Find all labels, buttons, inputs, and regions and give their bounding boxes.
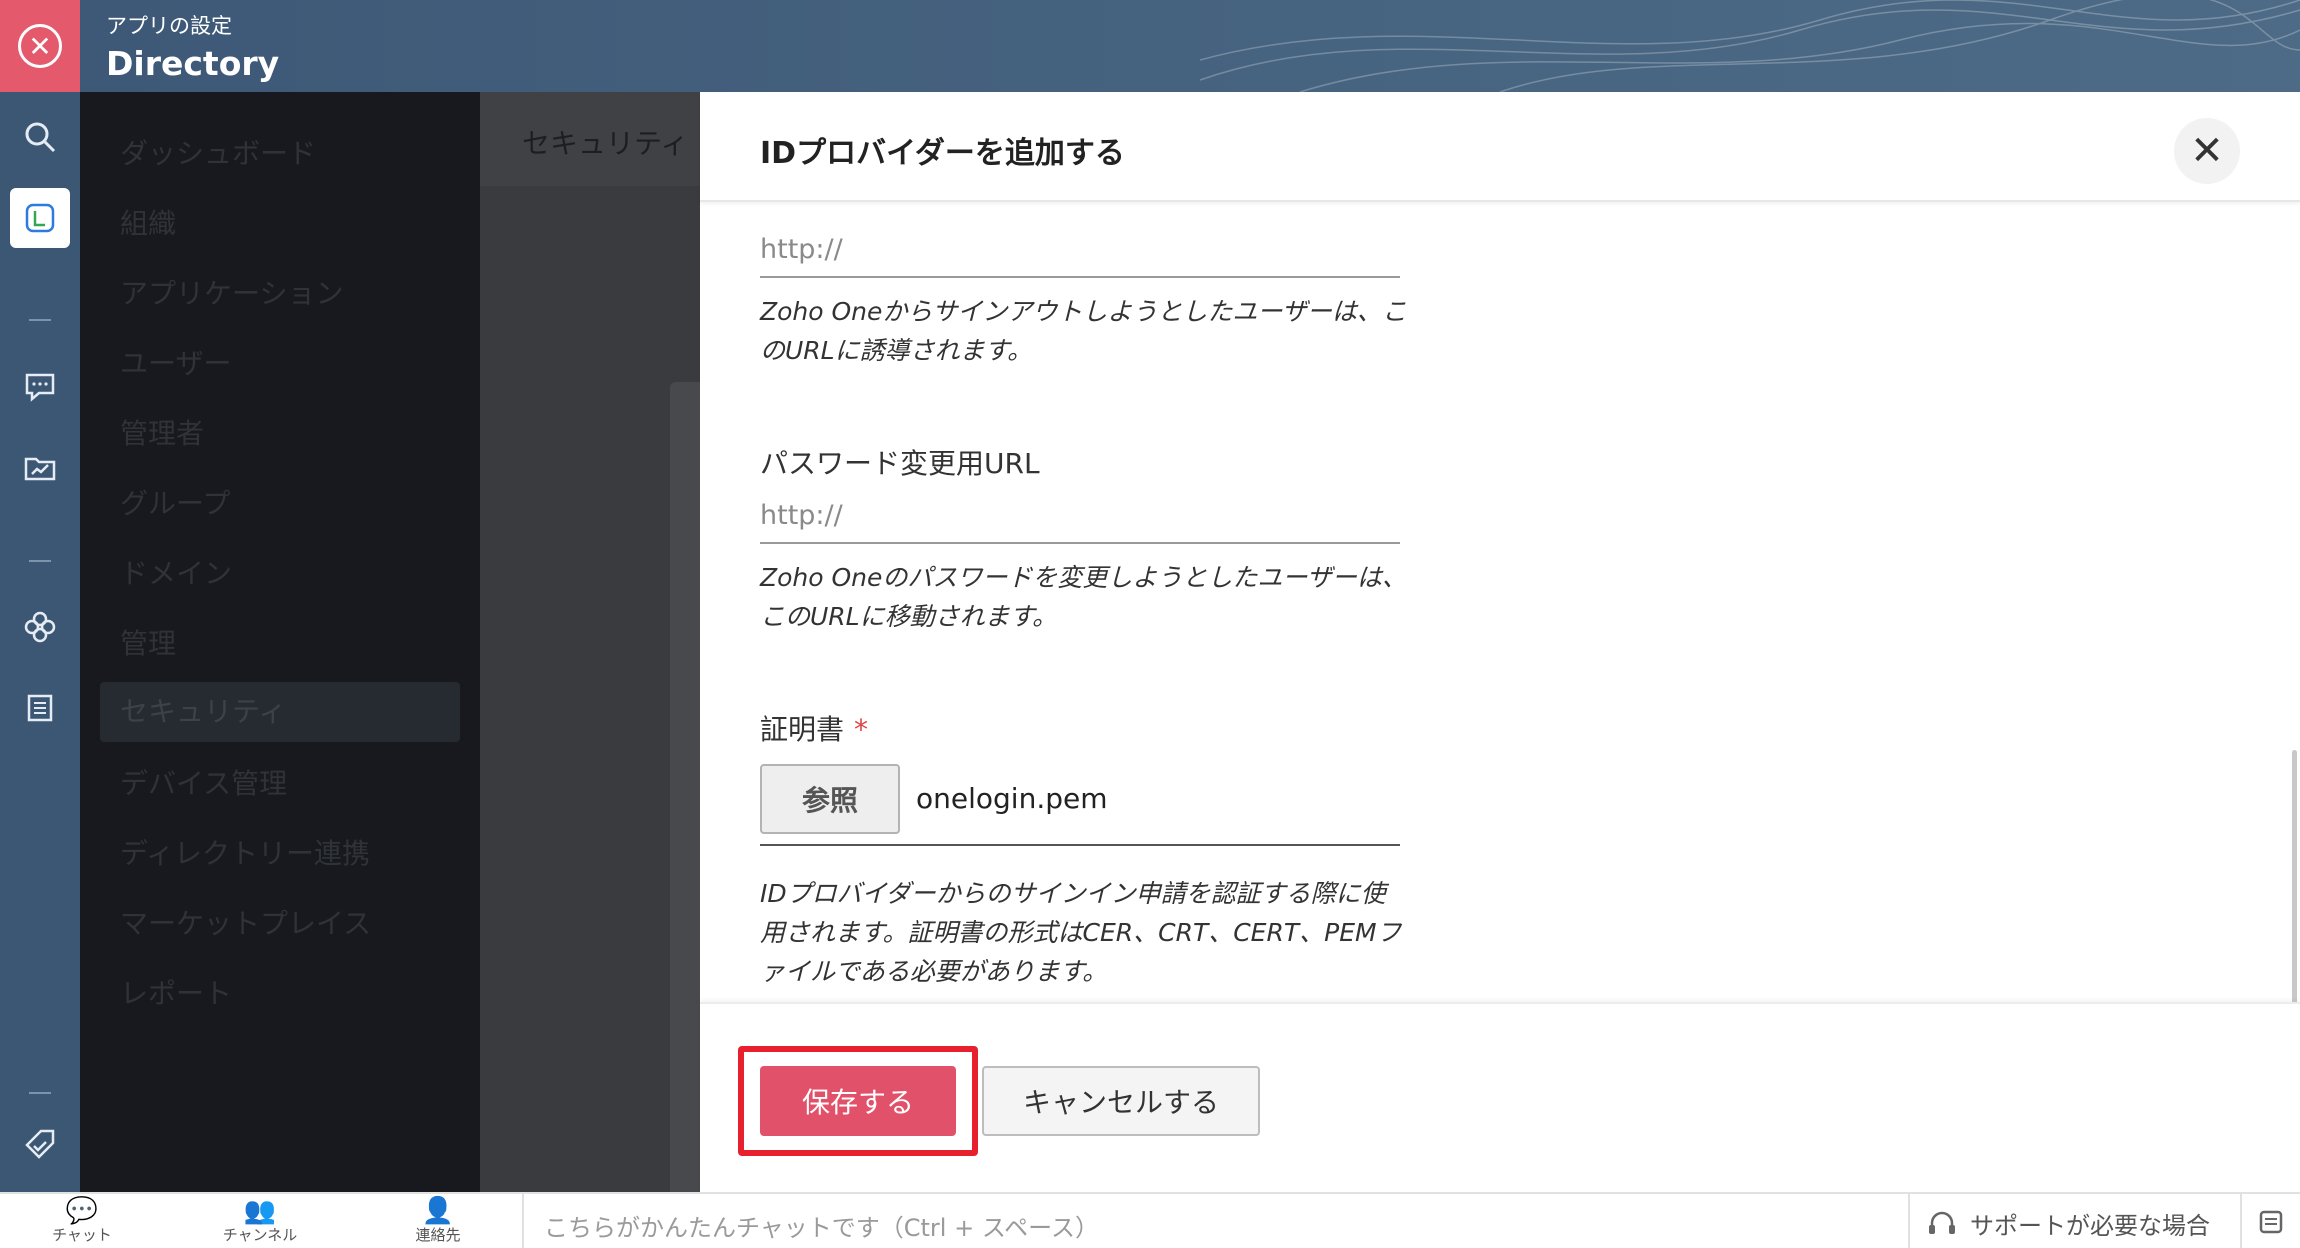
nav-item-domains[interactable]: ドメイン — [120, 552, 232, 592]
modal-close-button[interactable]: ✕ — [2174, 118, 2240, 184]
nav-item-device-management[interactable]: デバイス管理 — [120, 762, 287, 802]
close-icon: ✕ — [2190, 128, 2224, 174]
certificate-label: 証明書 * — [760, 708, 868, 748]
icon-rail — [0, 92, 80, 1192]
header-wave-decoration — [1200, 0, 2300, 92]
nav-item-reports[interactable]: レポート — [120, 972, 232, 1012]
nav-item-groups[interactable]: グループ — [120, 482, 230, 522]
person-icon: 👤 — [421, 1196, 455, 1226]
nav-item-marketplace[interactable]: マーケットプレイス — [120, 902, 371, 942]
logout-url-input[interactable]: http:// — [760, 220, 1400, 278]
bottom-bar: 💬 チャット 👥 チャンネル 👤 連絡先 こちらがかんたんチャットです（Ctrl… — [0, 1192, 2300, 1248]
logout-url-help: Zoho Oneからサインアウトしようとしたユーザーは、このURLに誘導されます… — [760, 297, 1407, 365]
main-content-overlay: セキュリティ — [480, 92, 700, 1192]
app-header: ✕ アプリの設定 Directory — [0, 0, 2300, 92]
bottom-tab-chat[interactable]: 💬 チャット — [2, 1194, 162, 1248]
nav-item-organization[interactable]: 組織 — [120, 202, 176, 242]
password-url-placeholder: http:// — [760, 500, 843, 531]
modal-header: IDプロバイダーを追加する ✕ — [700, 92, 2300, 202]
main-panel — [670, 382, 700, 1192]
quick-chat-input[interactable]: こちらがかんたんチャットです（Ctrl + スペース） — [522, 1194, 1910, 1248]
bottom-tab-contacts-label: 連絡先 — [415, 1226, 461, 1244]
bottom-tab-channels[interactable]: 👥 チャンネル — [180, 1194, 340, 1248]
group-icon: 👥 — [243, 1196, 277, 1226]
required-mark: * — [854, 713, 869, 746]
bottom-tab-contacts[interactable]: 👤 連絡先 — [358, 1194, 518, 1248]
tag-check-icon[interactable] — [10, 1112, 70, 1172]
headset-icon — [1929, 1211, 1955, 1234]
bottom-tab-chat-label: チャット — [52, 1226, 112, 1244]
nav-item-users[interactable]: ユーザー — [120, 342, 231, 382]
clover-icon[interactable] — [10, 597, 70, 657]
modal-scrollbar[interactable] — [2292, 750, 2297, 1010]
support-link[interactable]: サポートが必要な場合 — [1926, 1206, 2210, 1241]
directory-app-icon[interactable] — [10, 188, 70, 248]
bottom-tab-channels-label: チャンネル — [222, 1226, 298, 1244]
browse-button[interactable]: 参照 — [760, 764, 900, 834]
nav-item-management[interactable]: 管理 — [120, 622, 176, 662]
modal-footer: 保存する キャンセルする — [700, 1002, 2300, 1192]
settings-nav: ダッシュボード 組織 アプリケーション ユーザー 管理者 グループ ドメイン 管… — [80, 92, 480, 1192]
close-app-button[interactable]: ✕ — [0, 0, 80, 92]
document-list-icon[interactable] — [10, 678, 70, 738]
support-label: サポートが必要な場合 — [1970, 1212, 2210, 1240]
selected-file-name: onelogin.pem — [916, 782, 1108, 815]
app-subtitle: アプリの設定 — [106, 14, 232, 38]
quick-chat-placeholder: こちらがかんたんチャットです（Ctrl + スペース） — [544, 1214, 1099, 1242]
nav-item-security[interactable]: セキュリティ — [100, 682, 460, 742]
certificate-label-text: 証明書 — [760, 713, 845, 746]
folder-chart-icon[interactable] — [10, 438, 70, 498]
chat-icon: 💬 — [65, 1196, 99, 1226]
notes-icon[interactable] — [2240, 1194, 2300, 1248]
close-icon: ✕ — [18, 24, 62, 68]
app-title: Directory — [106, 44, 280, 83]
modal-title: IDプロバイダーを追加する — [760, 136, 1125, 171]
logout-url-placeholder: http:// — [760, 234, 843, 265]
nav-item-dashboard[interactable]: ダッシュボード — [120, 132, 316, 172]
save-button[interactable]: 保存する — [760, 1066, 956, 1136]
chat-bubble-icon[interactable] — [10, 357, 70, 417]
rail-divider — [29, 1092, 51, 1094]
rail-divider — [29, 319, 51, 321]
password-url-input[interactable]: http:// — [760, 486, 1400, 544]
modal-body: http:// Zoho Oneからサインアウトしようとしたユーザーは、このUR… — [700, 202, 2300, 1002]
certificate-file-field: 参照 onelogin.pem — [760, 764, 1400, 846]
add-idp-modal: IDプロバイダーを追加する ✕ http:// Zoho Oneからサインアウト… — [700, 92, 2300, 1192]
cancel-button[interactable]: キャンセルする — [982, 1066, 1260, 1136]
nav-item-admins[interactable]: 管理者 — [120, 412, 204, 452]
nav-item-directory-sync[interactable]: ディレクトリー連携 — [120, 832, 370, 872]
password-url-label: パスワード変更用URL — [760, 447, 1040, 480]
search-icon[interactable] — [10, 107, 70, 167]
nav-item-applications[interactable]: アプリケーション — [120, 272, 343, 312]
rail-divider — [29, 560, 51, 562]
page-breadcrumb: セキュリティ — [522, 127, 689, 160]
certificate-help: IDプロバイダーからのサインイン申請を認証する際に使用されます。証明書の形式はC… — [760, 879, 1402, 986]
password-url-help: Zoho Oneのパスワードを変更しようとしたユーザーは、このURLに移動されま… — [760, 563, 1407, 631]
